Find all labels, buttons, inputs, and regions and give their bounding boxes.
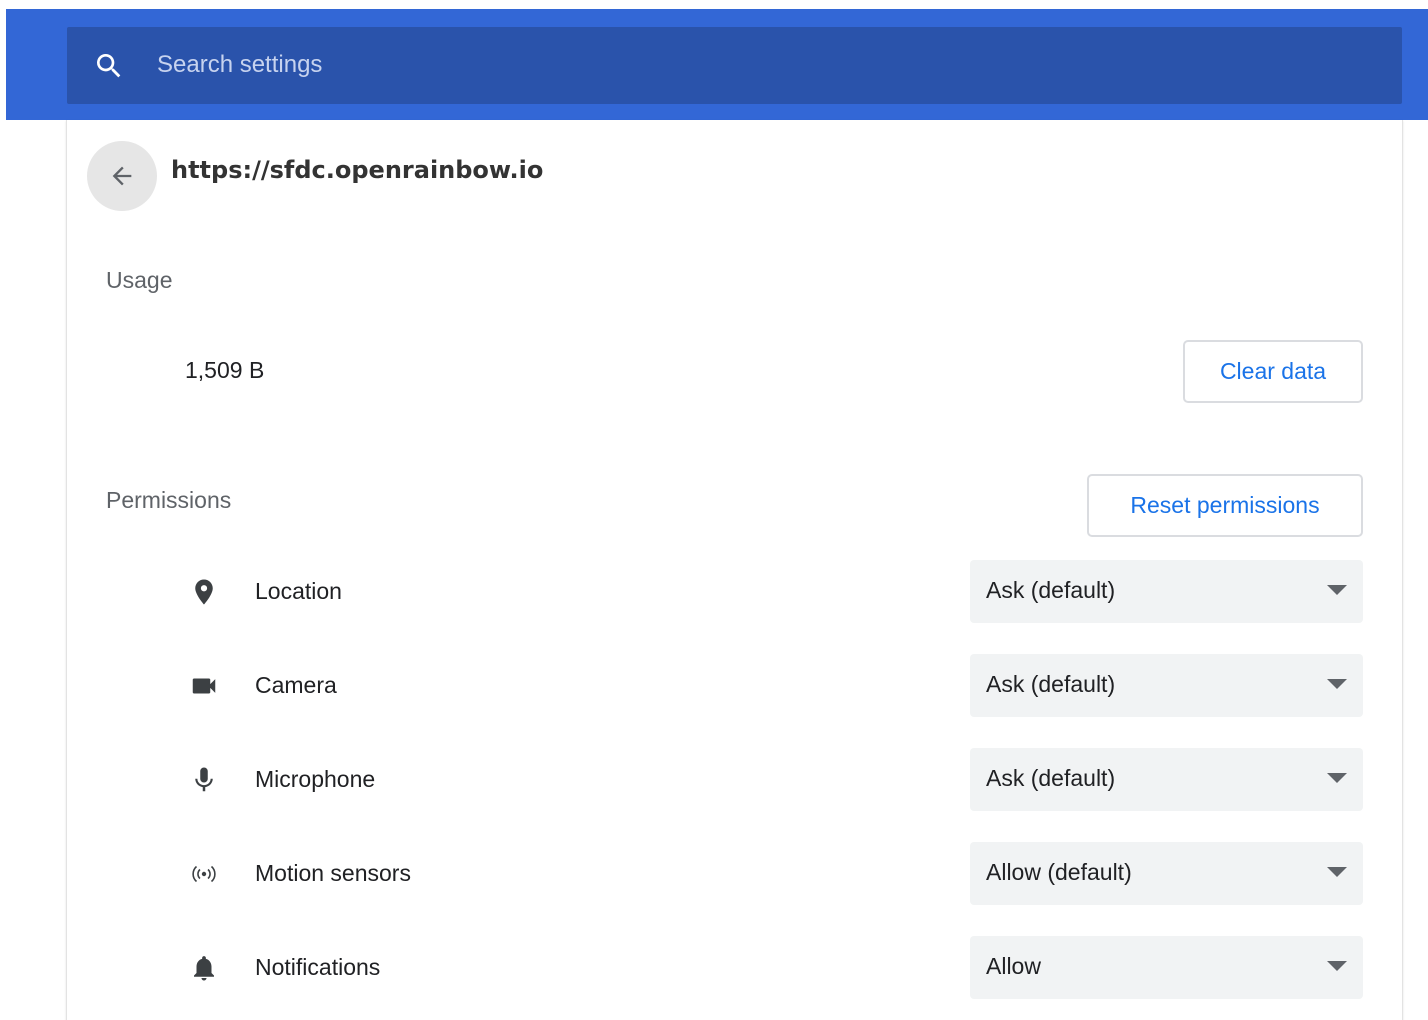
permissions-section-label: Permissions [106, 487, 232, 513]
permission-select-location[interactable]: Ask (default) [970, 560, 1363, 623]
dropdown-arrow-icon [1327, 773, 1347, 783]
camera-icon [186, 668, 222, 704]
search-box[interactable] [67, 27, 1402, 104]
search-icon [97, 54, 121, 78]
permission-select-value: Ask (default) [986, 671, 1116, 697]
dropdown-arrow-icon [1327, 679, 1347, 689]
permission-select-value: Allow [986, 953, 1041, 979]
clear-data-button[interactable]: Clear data [1183, 340, 1363, 403]
permission-row-location: Location Ask (default) [67, 560, 1402, 624]
reset-permissions-button[interactable]: Reset permissions [1087, 474, 1363, 537]
search-input[interactable] [157, 47, 1357, 83]
location-pin-icon [186, 574, 222, 610]
permission-label: Motion sensors [255, 860, 411, 886]
motion-sensors-icon [186, 856, 222, 892]
permission-select-value: Ask (default) [986, 577, 1116, 603]
permission-select-value: Ask (default) [986, 765, 1116, 791]
permission-row-camera: Camera Ask (default) [67, 654, 1402, 718]
permission-row-notifications: Notifications Allow [67, 936, 1402, 1000]
usage-value: 1,509 B [185, 357, 265, 383]
permission-label: Location [255, 578, 342, 604]
permission-row-microphone: Microphone Ask (default) [67, 748, 1402, 812]
bell-icon [186, 950, 222, 986]
dropdown-arrow-icon [1327, 585, 1347, 595]
permission-label: Camera [255, 672, 337, 698]
permission-label: Microphone [255, 766, 376, 792]
back-button[interactable] [87, 141, 157, 211]
dropdown-arrow-icon [1327, 867, 1347, 877]
permission-select-camera[interactable]: Ask (default) [970, 654, 1363, 717]
permission-select-notifications[interactable]: Allow [970, 936, 1363, 999]
site-url-title: https://sfdc.openrainbow.io [171, 156, 544, 184]
dropdown-arrow-icon [1327, 961, 1347, 971]
site-details-card: https://sfdc.openrainbow.io Usage 1,509 … [66, 120, 1403, 1020]
microphone-icon [186, 762, 222, 798]
permission-select-microphone[interactable]: Ask (default) [970, 748, 1363, 811]
permission-label: Notifications [255, 954, 381, 980]
permission-select-motion-sensors[interactable]: Allow (default) [970, 842, 1363, 905]
arrow-back-icon [112, 166, 132, 186]
permission-select-value: Allow (default) [986, 859, 1132, 885]
permission-row-motion-sensors: Motion sensors Allow (default) [67, 842, 1402, 906]
usage-section-label: Usage [106, 267, 173, 293]
